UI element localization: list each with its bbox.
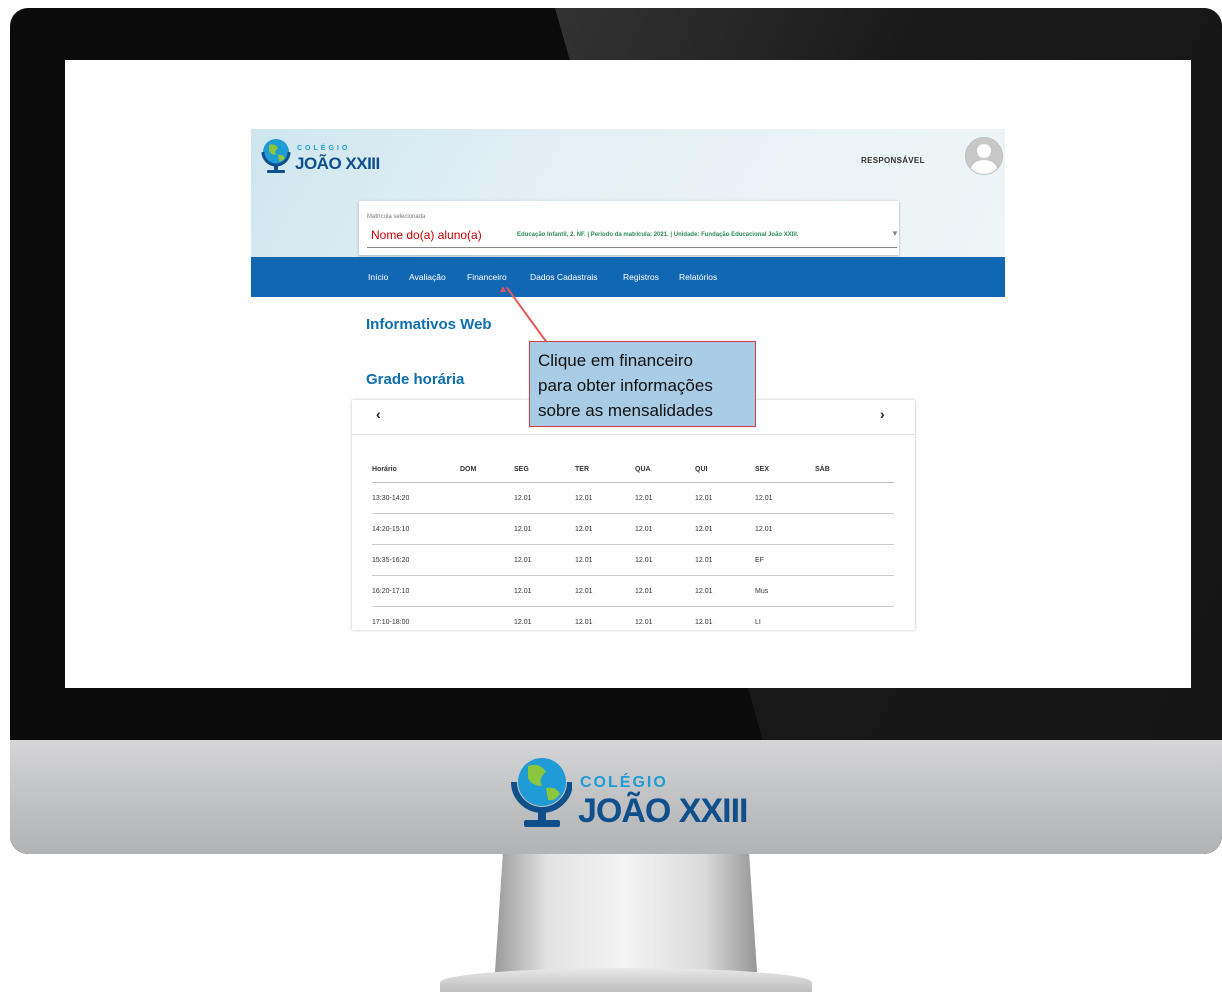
table-cell: 13:30-14:20 [372, 482, 460, 514]
table-cell: 12.01 [635, 575, 695, 607]
column-header: DOM [460, 456, 514, 483]
matricula-info: Educação Infantil, 2. NF. | Período da m… [517, 232, 799, 238]
caret-down-icon[interactable]: ▼ [891, 229, 899, 238]
callout-line-2: para obter informações [538, 376, 713, 395]
column-header: SEG [514, 456, 575, 483]
financeiro-callout: Clique em financeiro para obter informaç… [529, 341, 756, 427]
table-cell [460, 606, 514, 630]
matricula-selector[interactable]: Matrícula selecionada Nome do(a) aluno(a… [359, 201, 899, 255]
table-cell: 12.01 [635, 513, 695, 545]
table-cell: 12.01 [575, 544, 635, 576]
table-header-row: Horário DOM SEG TER QUA QUI SEX SÁB [372, 456, 894, 483]
table-cell: 12.01 [695, 513, 755, 545]
table-cell: 12.01 [755, 482, 815, 514]
column-header: SÁB [815, 456, 894, 483]
table-cell: 12.01 [514, 606, 575, 630]
table-cell: 16:20-17:10 [372, 575, 460, 607]
table-cell [815, 513, 894, 545]
table-cell: 12.01 [514, 482, 575, 514]
table-cell [460, 575, 514, 607]
table-cell: 12.01 [755, 513, 815, 545]
main-nav: Início Avaliação Financeiro Dados Cadast… [251, 257, 1005, 297]
table-cell [815, 606, 894, 630]
monitor-frame: COLÉGIO JOÃO XXIII RESPONSÁVEL Matrícula… [10, 8, 1222, 854]
portal-header: COLÉGIO JOÃO XXIII RESPONSÁVEL Matrícula… [251, 129, 1005, 257]
column-header: SEX [755, 456, 815, 483]
chin-logo: COLÉGIO JOÃO XXIII [508, 752, 748, 832]
table-cell [460, 482, 514, 514]
column-header: Horário [372, 456, 460, 483]
card-divider [352, 434, 915, 435]
table-cell: 14:20-15:10 [372, 513, 460, 545]
logo-colegio-text: COLÉGIO [297, 145, 351, 152]
chin-logo-name: JOÃO XXIII [578, 792, 748, 830]
table-cell: LI [755, 606, 815, 630]
table-cell: 12.01 [514, 575, 575, 607]
table-cell [815, 575, 894, 607]
screen: COLÉGIO JOÃO XXIII RESPONSÁVEL Matrícula… [65, 60, 1191, 688]
schedule-table: Horário DOM SEG TER QUA QUI SEX SÁB 13:3… [372, 456, 894, 630]
table-cell: 12.01 [695, 606, 755, 630]
table-cell: 12.01 [695, 544, 755, 576]
table-cell: 12.01 [695, 482, 755, 514]
user-role-label[interactable]: RESPONSÁVEL [861, 156, 925, 165]
table-cell [815, 544, 894, 576]
table-cell: 12.01 [575, 575, 635, 607]
logo-name-text: JOÃO XXIII [295, 154, 380, 173]
table-cell: 12.01 [575, 482, 635, 514]
grade-title: Grade horária [366, 371, 465, 388]
nav-item-registros[interactable]: Registros [623, 272, 659, 282]
column-header: TER [575, 456, 635, 483]
user-avatar-icon[interactable] [965, 137, 1003, 175]
table-cell: Mus [755, 575, 815, 607]
matricula-label: Matrícula selecionada [367, 214, 426, 220]
table-row: 16:20-17:10 12.01 12.01 12.01 12.01 Mus [372, 575, 894, 607]
table-cell [815, 482, 894, 514]
table-row: 14:20-15:10 12.01 12.01 12.01 12.01 12.0… [372, 513, 894, 545]
nav-item-relatorios[interactable]: Relatórios [679, 272, 717, 282]
table-cell: EF [755, 544, 815, 576]
table-cell: 12.01 [635, 482, 695, 514]
table-cell: 12.01 [695, 575, 755, 607]
nav-item-financeiro[interactable]: Financeiro [467, 272, 507, 282]
informativos-title: Informativos Web [366, 316, 492, 333]
chevron-right-icon[interactable]: › [880, 406, 885, 422]
globe-icon [261, 139, 291, 173]
field-underline [367, 247, 897, 248]
portal-logo[interactable]: COLÉGIO JOÃO XXIII [259, 135, 399, 181]
callout-line-1: Clique em financeiro [538, 351, 693, 370]
callout-arrow-icon: ▲ [498, 284, 508, 295]
chin-logo-colegio: COLÉGIO [580, 774, 668, 791]
globe-icon [511, 758, 572, 827]
table-cell: 12.01 [575, 513, 635, 545]
table-cell: 15:35-16:20 [372, 544, 460, 576]
nav-item-dados-cadastrais[interactable]: Dados Cadastrais [530, 272, 598, 282]
table-cell [460, 513, 514, 545]
table-cell: 12.01 [575, 606, 635, 630]
table-row: 15:35-16:20 12.01 12.01 12.01 12.01 EF [372, 544, 894, 576]
table-cell [460, 544, 514, 576]
callout-line-3: sobre as mensalidades [538, 401, 713, 420]
monitor-stand [495, 854, 757, 972]
column-header: QUA [635, 456, 695, 483]
table-cell: 12.01 [635, 544, 695, 576]
grade-horaria-card: ‹ › Horário DOM SEG TER QUA QUI SEX SÁB [352, 400, 915, 630]
chevron-left-icon[interactable]: ‹ [376, 406, 381, 422]
table-cell: 12.01 [514, 513, 575, 545]
monitor-base [440, 968, 812, 992]
student-name: Nome do(a) aluno(a) [371, 228, 482, 242]
table-row: 13:30-14:20 12.01 12.01 12.01 12.01 12.0… [372, 482, 894, 514]
table-cell: 17:10-18:00 [372, 606, 460, 630]
nav-item-avaliacao[interactable]: Avaliação [409, 272, 446, 282]
table-cell: 12.01 [635, 606, 695, 630]
table-cell: 12.01 [514, 544, 575, 576]
nav-item-inicio[interactable]: Início [368, 272, 388, 282]
column-header: QUI [695, 456, 755, 483]
table-row: 17:10-18:00 12.01 12.01 12.01 12.01 LI [372, 606, 894, 630]
